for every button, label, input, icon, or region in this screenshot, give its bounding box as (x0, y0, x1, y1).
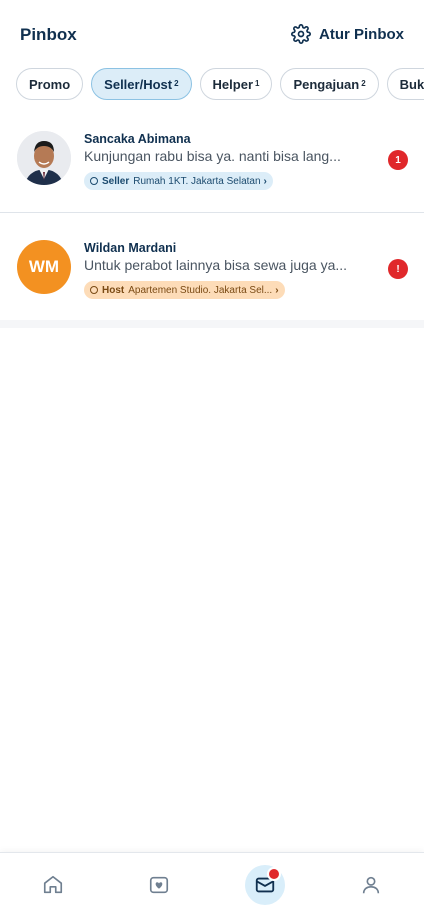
tab-count: 1 (255, 78, 260, 88)
nav-home[interactable] (26, 853, 80, 917)
chip-role: Seller (102, 175, 130, 187)
conversation-item[interactable]: WM Wildan Mardani Untuk perabot lainnya … (0, 219, 424, 322)
nav-inbox[interactable] (238, 853, 292, 917)
tab-bukti-transaksi[interactable]: Bukti Tr (386, 68, 424, 100)
tab-promo[interactable]: Promo (16, 68, 84, 100)
alert-badge: ! (388, 259, 408, 279)
tab-helper[interactable]: Helper 1 (199, 68, 273, 100)
conversation-list: Sancaka Abimana Kunjungan rabu bisa ya. … (0, 110, 424, 322)
nav-profile[interactable] (344, 853, 398, 917)
tab-label: Helper (212, 76, 254, 92)
unread-badge: 1 (388, 150, 408, 170)
tab-count: 2 (174, 78, 179, 88)
gear-icon (291, 24, 311, 44)
listing-chip[interactable]: Host Apartemen Studio. Jakarta Sel... › (84, 281, 285, 299)
nav-favorites[interactable] (132, 853, 186, 917)
category-tabs: Promo Seller/Host 2 Helper 1 Pengajuan 2 Bu… (16, 68, 424, 100)
settings-label: Atur Pinbox (319, 25, 404, 43)
chevron-right-icon: › (275, 284, 279, 296)
tab-label: Bukti Tr (399, 76, 424, 92)
conversation-item[interactable]: Sancaka Abimana Kunjungan rabu bisa ya. … (0, 110, 424, 213)
bottom-navigation (0, 852, 424, 917)
tab-label: Pengajuan (293, 76, 360, 92)
message-preview: Untuk perabot lainnya bisa sewa juga ya.… (84, 257, 348, 273)
contact-name: Sancaka Abimana (84, 132, 191, 146)
notification-dot (267, 867, 281, 881)
tab-seller-host[interactable]: Seller/Host 2 (91, 68, 192, 100)
chevron-right-icon: › (263, 175, 267, 187)
avatar (17, 131, 71, 185)
header: Pinbox Atur Pinbox (0, 0, 424, 64)
chip-text: Rumah 1KT. Jakarta Selatan (133, 175, 261, 187)
tab-count: 2 (361, 78, 366, 88)
contact-name: Wildan Mardani (84, 241, 177, 255)
inbox-active-indicator (245, 865, 285, 905)
divider (0, 320, 424, 328)
profile-icon (362, 876, 380, 894)
page-title: Pinbox (20, 25, 77, 44)
person-photo-icon (17, 131, 71, 185)
tab-label: Seller/Host (104, 76, 173, 92)
chip-role: Host (102, 284, 125, 296)
tab-label: Promo (29, 76, 71, 92)
circle-icon (90, 286, 98, 294)
home-icon (43, 875, 63, 894)
listing-chip[interactable]: Seller Rumah 1KT. Jakarta Selatan › (84, 172, 273, 190)
chip-text: Apartemen Studio. Jakarta Sel... (128, 284, 273, 296)
favorite-icon (149, 876, 169, 894)
tab-pengajuan[interactable]: Pengajuan 2 (280, 68, 379, 100)
message-preview: Kunjungan rabu bisa ya. nanti bisa lang.… (84, 148, 341, 164)
settings-button[interactable]: Atur Pinbox (291, 24, 404, 44)
avatar: WM (17, 240, 71, 294)
circle-icon (90, 177, 98, 185)
